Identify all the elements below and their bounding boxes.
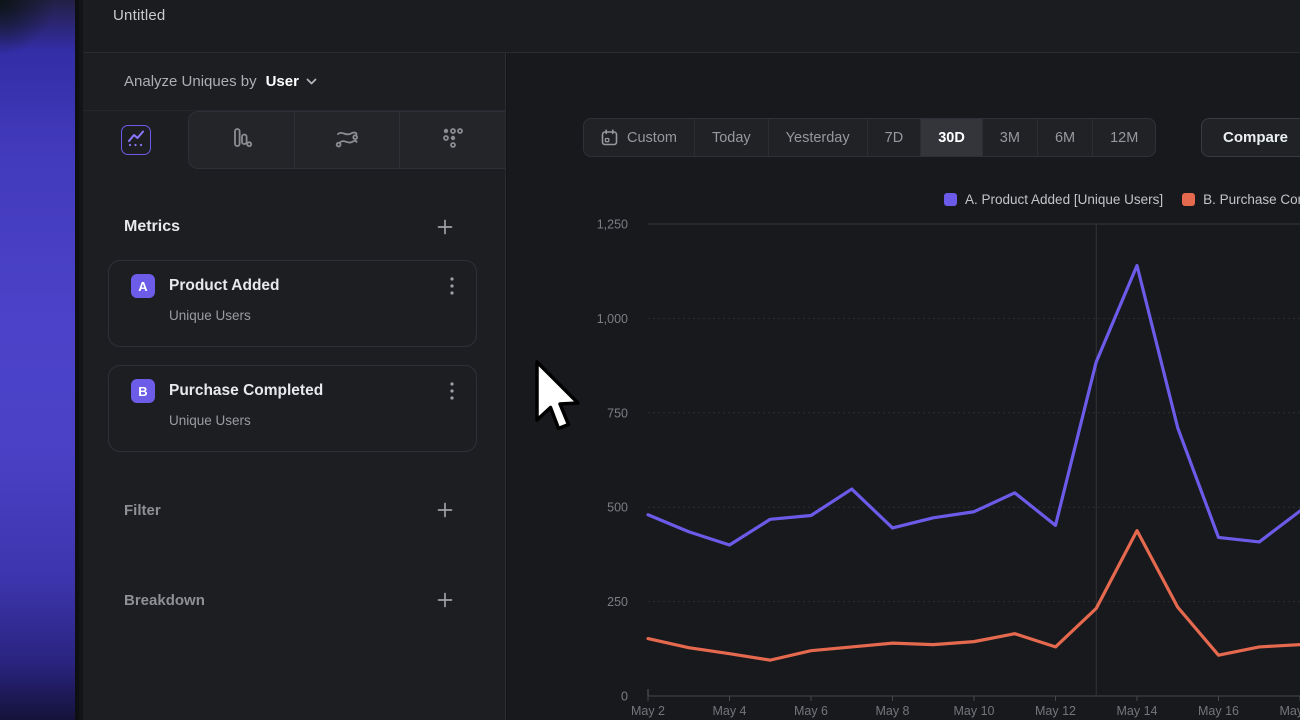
add-metric-button[interactable]: [433, 215, 457, 239]
flow-chart-icon: [334, 126, 360, 155]
svg-text:750: 750: [607, 406, 628, 420]
metrics-title: Metrics: [124, 218, 180, 236]
line-chart: 0 250 500 750 1,000 1,250 May 2 May 4 May 6 May 8…: [507, 53, 1300, 720]
chart-type-tab-group: [188, 111, 505, 169]
metric-badge-b: B: [131, 379, 155, 403]
chart-type-tabs: [83, 111, 505, 169]
grid-dots-icon: [441, 126, 465, 155]
top-bar: Untitled: [83, 0, 1300, 53]
tab-line-chart[interactable]: [121, 125, 151, 155]
series-line-b: [648, 531, 1300, 661]
kebab-menu-icon[interactable]: [448, 275, 456, 297]
app-window: { "window": { "title": "Untitled" }, "si…: [0, 0, 1300, 720]
analyze-by-label: Analyze Uniques by: [124, 73, 257, 90]
metric-measure: Unique Users: [169, 413, 456, 428]
left-decorative-strip: [0, 0, 79, 720]
svg-text:May 16: May 16: [1198, 704, 1239, 718]
svg-text:1,000: 1,000: [597, 312, 628, 326]
bar-chart-icon: [229, 126, 253, 155]
analyze-by-row: Analyze Uniques by User: [83, 53, 505, 111]
svg-text:May 6: May 6: [794, 704, 828, 718]
tab-grid-dots[interactable]: [400, 112, 505, 168]
kebab-menu-icon[interactable]: [448, 380, 456, 402]
svg-text:1,250: 1,250: [597, 218, 628, 232]
add-breakdown-button[interactable]: [433, 588, 457, 612]
chart-panel: Custom Today Yesterday 7D 30D 3M 6M 12M …: [507, 53, 1300, 720]
series-line-a: [648, 266, 1300, 545]
svg-text:May 4: May 4: [712, 704, 746, 718]
filter-header: Filter: [124, 495, 457, 525]
analyze-by-dropdown[interactable]: User: [266, 73, 317, 90]
svg-text:May 18: May 18: [1280, 704, 1300, 718]
svg-text:May 2: May 2: [631, 704, 665, 718]
svg-text:500: 500: [607, 501, 628, 515]
breakdown-header: Breakdown: [124, 585, 457, 615]
add-filter-button[interactable]: [433, 498, 457, 522]
tab-bar-chart[interactable]: [189, 112, 295, 168]
svg-text:May 14: May 14: [1117, 704, 1158, 718]
metric-badge-a: A: [131, 274, 155, 298]
metric-card-a[interactable]: A Product Added Unique Users: [108, 260, 477, 347]
metric-name: Product Added: [169, 277, 448, 295]
svg-text:250: 250: [607, 595, 628, 609]
metric-name: Purchase Completed: [169, 382, 448, 400]
line-chart-icon: [126, 128, 146, 153]
metric-measure: Unique Users: [169, 308, 456, 323]
metric-card-b[interactable]: B Purchase Completed Unique Users: [108, 365, 477, 452]
svg-text:May 10: May 10: [954, 704, 995, 718]
svg-text:May 12: May 12: [1035, 704, 1076, 718]
filter-title: Filter: [124, 502, 161, 519]
document-title[interactable]: Untitled: [113, 7, 165, 24]
svg-text:May 8: May 8: [875, 704, 909, 718]
chevron-down-icon: [306, 78, 317, 85]
metrics-header: Metrics: [124, 212, 457, 242]
tab-flow-chart[interactable]: [295, 112, 401, 168]
svg-text:0: 0: [621, 690, 628, 704]
breakdown-title: Breakdown: [124, 592, 205, 609]
config-sidebar: Analyze Uniques by User: [83, 53, 506, 720]
analyze-by-value: User: [266, 73, 299, 90]
